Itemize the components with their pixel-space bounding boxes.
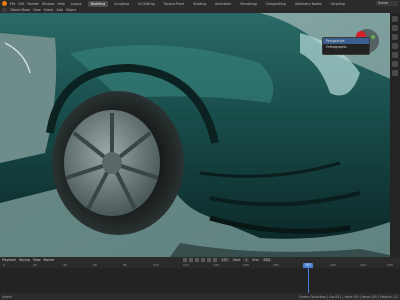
tick-label: 20 [33, 263, 37, 267]
tab-layout[interactable]: Layout [68, 1, 85, 7]
menu-add[interactable]: Add [57, 8, 63, 12]
properties-icon[interactable] [392, 52, 398, 58]
menu-file[interactable]: File [10, 2, 15, 6]
tick-label: 160 [243, 263, 249, 267]
top-bar: File Edit Render Window Help Layout Mode… [0, 0, 400, 7]
play-reverse-icon[interactable] [194, 258, 199, 262]
zoom-icon[interactable] [392, 16, 398, 22]
popup-item-orthographic[interactable]: Orthographic [323, 44, 369, 50]
popup-item-label: Perspective [326, 39, 345, 43]
menu-window[interactable]: Window [42, 2, 55, 6]
mode-dropdown[interactable]: Object Mode [10, 8, 30, 12]
menu-edit[interactable]: Edit [18, 2, 24, 6]
menu-view-timeline[interactable]: View [33, 258, 41, 262]
tab-sculpting[interactable]: Sculpting [111, 1, 132, 7]
modifier-wrench-icon[interactable] [392, 61, 398, 67]
menu-view[interactable]: View [33, 8, 41, 12]
tab-scripting[interactable]: Scripting [328, 1, 348, 7]
tick-label: 0 [3, 263, 5, 267]
tick-label: 60 [93, 263, 97, 267]
current-frame-field[interactable]: 107 [219, 258, 230, 262]
timeline-area[interactable]: 0 20 40 60 80 100 120 140 160 180 200 22… [0, 263, 400, 293]
playback-controls [182, 258, 217, 262]
tick-label: 40 [63, 263, 67, 267]
menu-playback[interactable]: Playback [2, 258, 16, 262]
prev-key-icon[interactable] [188, 258, 193, 262]
tab-animation[interactable]: Animation [212, 1, 234, 7]
tab-modeling[interactable]: Modeling [87, 0, 109, 7]
tab-uv-editing[interactable]: UV Editing [135, 1, 158, 7]
status-left-text: Select [2, 294, 12, 299]
timeline-ruler[interactable]: 0 20 40 60 80 100 120 140 160 180 200 22… [0, 263, 400, 268]
end-frame-field[interactable]: 250 [261, 258, 272, 262]
material-sphere-icon[interactable] [392, 70, 398, 76]
grid-icon[interactable] [392, 43, 398, 49]
play-icon[interactable] [200, 258, 205, 262]
status-right-text: Scene Collection | Car.001 | Verts 0/0 |… [299, 294, 398, 299]
popup-item-label: Orthographic [326, 45, 348, 49]
menu-render[interactable]: Render [28, 2, 39, 6]
tick-label: 180 [273, 263, 279, 267]
status-bar: Select Scene Collection | Car.001 | Vert… [0, 293, 400, 300]
menu-keying[interactable]: Keying [19, 258, 30, 262]
editor-type-icon[interactable] [2, 8, 7, 12]
tab-geometry-nodes[interactable]: Geometry Nodes [292, 1, 325, 7]
tick-label: 100 [153, 263, 159, 267]
hand-pan-icon[interactable] [392, 25, 398, 31]
next-key-icon[interactable] [206, 258, 211, 262]
tab-shading[interactable]: Shading [190, 1, 209, 7]
start-frame-field[interactable]: 1 [243, 258, 250, 262]
3d-viewport[interactable]: Perspective Orthographic [0, 13, 400, 257]
tick-label: 240 [387, 263, 393, 267]
blender-logo-icon[interactable] [2, 1, 7, 6]
playhead-frame-badge[interactable]: 107 [303, 263, 313, 268]
tick-label: 200 [330, 263, 336, 267]
right-toolbar [390, 13, 400, 257]
scene-selector[interactable]: Scene [376, 1, 398, 6]
jump-start-icon[interactable] [182, 258, 187, 262]
camera-icon[interactable] [392, 34, 398, 40]
menu-help[interactable]: Help [57, 2, 64, 6]
tick-label: 120 [183, 263, 189, 267]
view-popup-menu: Perspective Orthographic [322, 37, 370, 55]
jump-end-icon[interactable] [212, 258, 217, 262]
start-label: Start [232, 258, 241, 262]
menu-select[interactable]: Select [44, 8, 54, 12]
menu-object[interactable]: Object [66, 8, 76, 12]
tick-label: 140 [213, 263, 219, 267]
tab-compositing[interactable]: Compositing [263, 1, 289, 7]
tab-rendering[interactable]: Rendering [237, 1, 259, 7]
tick-label: 80 [123, 263, 127, 267]
menu-marker[interactable]: Marker [44, 258, 55, 262]
end-label: End [252, 258, 259, 262]
tab-texture-paint[interactable]: Texture Paint [161, 1, 188, 7]
tick-label: 220 [360, 263, 366, 267]
